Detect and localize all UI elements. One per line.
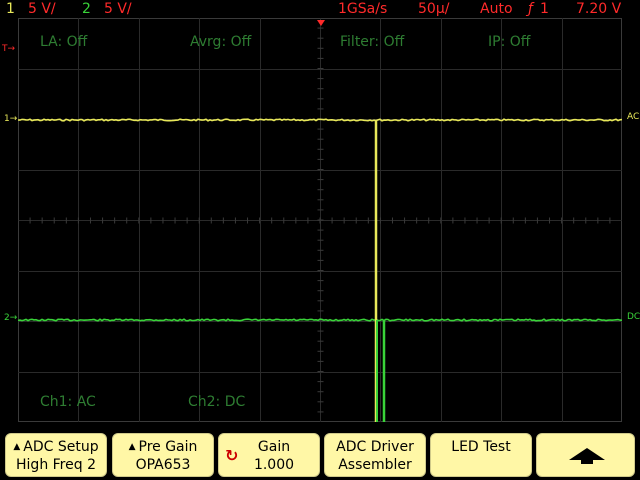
- adc-setup-softkey[interactable]: ▲ ADC Setup High Freq 2: [5, 433, 107, 477]
- gain-softkey[interactable]: ↻ Gain 1.000: [218, 433, 320, 477]
- ch2-ground-marker[interactable]: 2→: [4, 313, 17, 323]
- ip-status: IP: Off: [488, 34, 531, 50]
- avrg-status: Avrg: Off: [190, 34, 252, 50]
- led-test-softkey[interactable]: LED Test: [430, 433, 532, 477]
- trigger-edge-icon[interactable]: ƒ: [528, 0, 533, 18]
- triangle-up-icon: ▲: [13, 442, 21, 452]
- ch2-number[interactable]: 2: [82, 0, 91, 18]
- timebase[interactable]: 50µ/: [418, 0, 449, 18]
- filter-status: Filter: Off: [340, 34, 405, 50]
- adc-driver-softkey[interactable]: ADC Driver Assembler: [324, 433, 426, 477]
- waveform-display[interactable]: LA: Off Avrg: Off Filter: Off IP: Off Ch…: [18, 18, 622, 422]
- ch1-ground-marker[interactable]: 1→: [4, 114, 17, 124]
- trigger-time-marker[interactable]: T→: [2, 44, 15, 54]
- status-bar: 1 5 V/ 2 5 V/ 1GSa/s 50µ/ Auto ƒ 1 7.20 …: [0, 0, 640, 18]
- trigger-level[interactable]: 7.20 V: [576, 0, 621, 18]
- ch1-coupling-marker: AC: [627, 112, 640, 122]
- trigger-source[interactable]: 1: [540, 0, 549, 18]
- graticule-grid: [18, 18, 622, 422]
- la-status: LA: Off: [40, 34, 88, 50]
- ch1-scale[interactable]: 5 V/: [28, 0, 56, 18]
- ch2-coupling-marker: DC: [627, 312, 640, 322]
- softkey-value: 1.000: [253, 457, 295, 473]
- softkey-label: ADC Setup: [23, 439, 99, 455]
- sample-rate: 1GSa/s: [338, 1, 388, 17]
- softkey-bar: ▲ ADC Setup High Freq 2 ▲ Pre Gain OPA653 …: [0, 430, 640, 480]
- softkey-label: LED Test: [451, 439, 511, 455]
- trigger-mode[interactable]: Auto: [480, 0, 513, 18]
- softkey-label: Gain: [257, 439, 291, 455]
- softkey-label: ADC Driver: [336, 439, 414, 455]
- softkey-value: High Freq 2: [16, 457, 96, 473]
- softkey-value: Assembler: [338, 457, 412, 473]
- menu-up-softkey[interactable]: [536, 433, 635, 477]
- softkey-label: Pre Gain: [138, 439, 198, 455]
- triangle-up-icon: ▲: [128, 442, 136, 452]
- ch2-scale[interactable]: 5 V/: [104, 0, 132, 18]
- ch1-coupling-status: Ch1: AC: [40, 394, 96, 410]
- ch2-coupling-status: Ch2: DC: [188, 394, 246, 410]
- trigger-pointer-icon: [317, 20, 325, 26]
- ch1-number[interactable]: 1: [6, 0, 15, 18]
- waveform-svg: [18, 18, 622, 422]
- pre-gain-softkey[interactable]: ▲ Pre Gain OPA653: [112, 433, 214, 477]
- softkey-value: OPA653: [135, 457, 191, 473]
- arrow-up-icon: [569, 448, 605, 464]
